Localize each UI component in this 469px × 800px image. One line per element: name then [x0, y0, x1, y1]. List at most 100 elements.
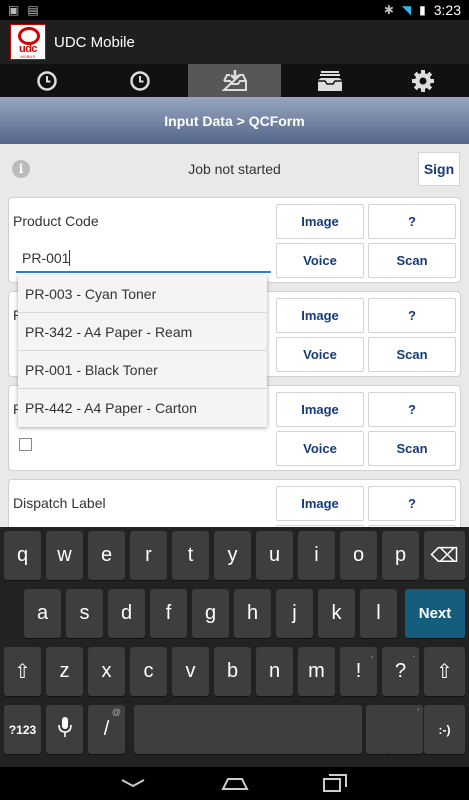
- scan-button[interactable]: Scan: [368, 337, 456, 372]
- gear-icon: [411, 69, 435, 93]
- field-label: Product Code: [13, 213, 99, 229]
- key-label: !: [355, 660, 362, 682]
- key-label: /: [103, 718, 110, 740]
- key-exclamation[interactable]: ! ,: [340, 647, 377, 696]
- next-key[interactable]: Next: [405, 589, 465, 638]
- key-o[interactable]: o: [340, 531, 377, 580]
- key-label: ?: [394, 660, 407, 682]
- key-apostrophe[interactable]: ': [386, 705, 423, 754]
- key-n[interactable]: n: [256, 647, 293, 696]
- image-button[interactable]: Image: [276, 392, 364, 427]
- key-p[interactable]: p: [382, 531, 419, 580]
- key-v[interactable]: v: [172, 647, 209, 696]
- key-b[interactable]: b: [214, 647, 251, 696]
- help-button[interactable]: ?: [368, 298, 456, 333]
- clock-icon: [129, 70, 151, 92]
- image-button[interactable]: Image: [276, 486, 364, 521]
- key-y[interactable]: y: [214, 531, 251, 580]
- tab-input-data[interactable]: [188, 64, 281, 97]
- autocomplete-dropdown: PR-003 - Cyan Toner PR-342 - A4 Paper - …: [18, 275, 267, 427]
- home-icon[interactable]: [220, 771, 250, 800]
- suggestion-item[interactable]: PR-003 - Cyan Toner: [18, 275, 267, 313]
- voice-button[interactable]: Voice: [276, 337, 364, 372]
- key-hint: ': [417, 707, 419, 717]
- help-button[interactable]: ?: [368, 392, 456, 427]
- key-slash[interactable]: / @: [88, 705, 125, 754]
- key-t[interactable]: t: [172, 531, 209, 580]
- app-title: UDC Mobile: [54, 33, 135, 51]
- breadcrumb: Input Data > QCForm: [0, 97, 469, 144]
- status-bar: ▣ ▤ ✱ ◥ ▮ 3:23: [0, 0, 469, 20]
- checkbox[interactable]: [19, 438, 32, 451]
- field-label: Dispatch Label: [13, 495, 106, 511]
- navigation-bar: [0, 767, 469, 800]
- status-time: 3:23: [433, 2, 461, 18]
- recent-apps-icon[interactable]: [320, 771, 350, 800]
- suggestion-item[interactable]: PR-001 - Black Toner: [18, 351, 267, 389]
- key-f[interactable]: f: [150, 589, 187, 638]
- key-d[interactable]: d: [108, 589, 145, 638]
- key-q[interactable]: q: [4, 531, 41, 580]
- key-hint: .: [412, 649, 415, 659]
- archive-icon: [316, 69, 344, 93]
- key-i[interactable]: i: [298, 531, 335, 580]
- key-m[interactable]: m: [298, 647, 335, 696]
- key-c[interactable]: c: [130, 647, 167, 696]
- tab-history-1[interactable]: [0, 64, 93, 97]
- numbers-key[interactable]: ?123: [4, 705, 41, 754]
- tab-history-2[interactable]: [93, 64, 186, 97]
- key-a[interactable]: a: [24, 589, 61, 638]
- key-j[interactable]: j: [276, 589, 313, 638]
- space-key[interactable]: [134, 705, 362, 754]
- voice-button[interactable]: Voice: [276, 431, 364, 466]
- product-code-input[interactable]: PR-001: [16, 245, 271, 273]
- backspace-key[interactable]: ⌫: [424, 531, 465, 580]
- suggestion-item[interactable]: PR-342 - A4 Paper - Ream: [18, 313, 267, 351]
- tab-archive[interactable]: [283, 64, 376, 97]
- help-button[interactable]: ?: [368, 486, 456, 521]
- image-button[interactable]: Image: [276, 204, 364, 239]
- key-x[interactable]: x: [88, 647, 125, 696]
- voice-input-key[interactable]: [46, 705, 83, 754]
- key-z[interactable]: z: [46, 647, 83, 696]
- key-l[interactable]: l: [360, 589, 397, 638]
- image-button[interactable]: Image: [276, 298, 364, 333]
- key-hint: @: [111, 707, 121, 717]
- shift-key-right[interactable]: ⇧: [424, 647, 465, 696]
- voice-button[interactable]: Voice: [276, 243, 364, 278]
- microphone-icon: [57, 716, 72, 744]
- key-g[interactable]: g: [192, 589, 229, 638]
- battery-icon: ▮: [419, 3, 426, 17]
- suggestion-item[interactable]: PR-442 - A4 Paper - Carton: [18, 389, 267, 427]
- bluetooth-icon: ✱: [383, 3, 394, 17]
- key-hint: ,: [370, 649, 373, 659]
- image-notification-icon: ▣: [8, 3, 20, 17]
- back-icon[interactable]: [118, 771, 148, 800]
- key-s[interactable]: s: [66, 589, 103, 638]
- scan-button[interactable]: Scan: [368, 431, 456, 466]
- shift-key[interactable]: ⇧: [4, 647, 41, 696]
- key-e[interactable]: e: [88, 531, 125, 580]
- key-h[interactable]: h: [234, 589, 271, 638]
- tab-bar: [0, 64, 469, 97]
- inbox-download-icon: [220, 69, 249, 93]
- job-status-text: Job not started: [188, 161, 281, 177]
- clipboard-notification-icon: ▤: [27, 3, 39, 17]
- key-question[interactable]: ? .: [382, 647, 419, 696]
- key-k[interactable]: k: [318, 589, 355, 638]
- soft-keyboard: q w e r t y u i o p ⌫ a s d f g h j k l …: [0, 527, 469, 767]
- key-r[interactable]: r: [130, 531, 167, 580]
- scan-button[interactable]: Scan: [368, 243, 456, 278]
- key-u[interactable]: u: [256, 531, 293, 580]
- help-button[interactable]: ?: [368, 204, 456, 239]
- dispatch-label-card: Dispatch Label Image ? Voice Scan: [8, 479, 461, 527]
- sign-button[interactable]: Sign: [418, 152, 460, 186]
- udc-logo: udc MOBILE: [10, 24, 46, 60]
- product-code-card: Product Code PR-001 Image ? Voice Scan: [8, 197, 461, 283]
- tab-settings[interactable]: [376, 64, 469, 97]
- job-status-row: i Job not started Sign: [0, 144, 469, 194]
- clock-icon: [36, 70, 58, 92]
- key-w[interactable]: w: [46, 531, 83, 580]
- smiley-key[interactable]: :-): [424, 705, 465, 754]
- wifi-icon: ◥: [401, 3, 412, 17]
